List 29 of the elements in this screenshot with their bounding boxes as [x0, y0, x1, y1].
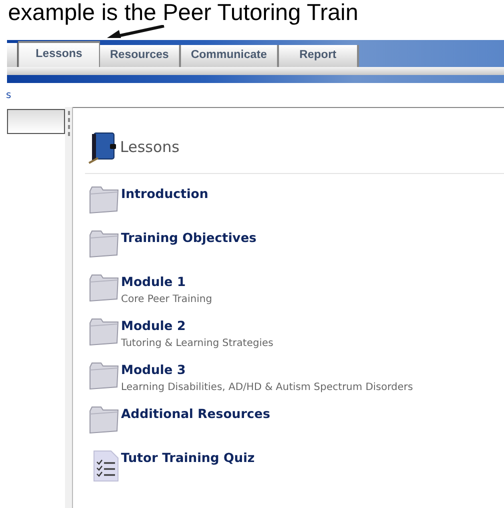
folder-icon	[89, 318, 119, 346]
tab[interactable]: Report	[278, 45, 359, 67]
lesson-link[interactable]: Tutor Training Quiz	[121, 449, 255, 468]
lesson-description: Learning Disabilities, AD/HD & Autism Spectrum Disorders	[121, 380, 414, 395]
folder-icon	[89, 406, 119, 434]
lesson-link[interactable]: Introduction	[121, 185, 208, 204]
lesson-link[interactable]: Module 3	[121, 361, 414, 380]
tab[interactable]: Resources	[100, 45, 181, 67]
lesson-description: Tutoring & Learning Strategies	[121, 336, 274, 351]
folder-icon	[89, 362, 119, 390]
tab-edge	[7, 43, 18, 67]
folder-icon	[89, 230, 119, 258]
tab[interactable]: Communicate	[180, 45, 279, 67]
tab[interactable]: Lessons	[18, 41, 100, 67]
splitter-handle[interactable]	[65, 107, 73, 508]
page-heading: Lessons	[120, 137, 180, 158]
folder-icon	[89, 274, 119, 302]
lesson-link[interactable]: Training Objectives	[121, 229, 256, 248]
pointer-arrow	[106, 25, 166, 39]
lesson-link[interactable]: Additional Resources	[121, 405, 270, 424]
checklist-icon	[93, 450, 119, 482]
notebook-icon	[88, 132, 118, 164]
lesson-link[interactable]: Module 2	[121, 317, 274, 336]
lesson-description: Core Peer Training	[121, 292, 212, 307]
lesson-link[interactable]: Module 1	[121, 273, 212, 292]
caption-text: example is the Peer Tutoring Train	[8, 0, 358, 24]
folder-icon	[89, 186, 119, 214]
breadcrumb-link[interactable]: s	[6, 88, 12, 102]
search-field[interactable]	[7, 109, 65, 134]
